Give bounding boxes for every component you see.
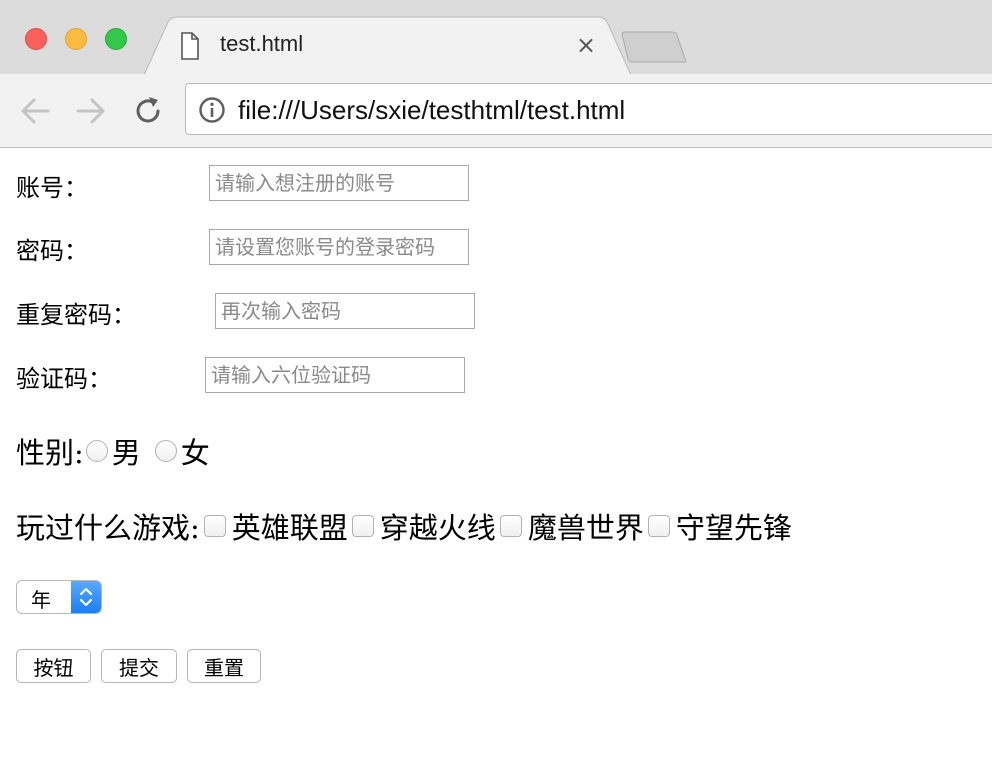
- chevron-up-down-icon: [79, 587, 93, 607]
- url-text[interactable]: file:///Users/sxie/testhtml/test.html: [238, 95, 625, 126]
- tab-bar: test.html ×: [0, 0, 992, 76]
- account-row: 账号：: [16, 167, 88, 203]
- captcha-input[interactable]: [205, 357, 465, 393]
- password-input[interactable]: [209, 229, 469, 265]
- reset-button[interactable]: 重置: [187, 649, 261, 683]
- games-label: 玩过什么游戏:: [16, 511, 200, 545]
- gender-radio-male[interactable]: [85, 440, 108, 462]
- password-row: 密码：: [16, 230, 88, 266]
- reload-icon[interactable]: [131, 94, 165, 128]
- new-tab-button[interactable]: [620, 30, 690, 66]
- password-label: 密码：: [16, 236, 88, 265]
- game-checkbox-wow[interactable]: [499, 515, 522, 537]
- arrow-right-icon[interactable]: [74, 94, 108, 128]
- year-select[interactable]: 年: [16, 580, 102, 614]
- games-row: 玩过什么游戏: 英雄联盟 穿越火线 魔兽世界 守望先锋: [16, 504, 792, 548]
- year-select-value: 年: [31, 588, 51, 612]
- address-bar[interactable]: file:///Users/sxie/testhtml/test.html: [185, 83, 992, 135]
- active-tab[interactable]: [0, 0, 992, 76]
- info-icon[interactable]: [198, 96, 226, 124]
- game-checkbox-cf[interactable]: [351, 515, 374, 537]
- account-input[interactable]: [209, 165, 469, 201]
- tab-title: test.html: [220, 31, 304, 56]
- gender-option-female: 女: [180, 436, 210, 470]
- gender-label: 性别:: [16, 436, 84, 470]
- gender-row: 性别: 男 女: [16, 429, 210, 473]
- repeat-password-input[interactable]: [215, 293, 475, 329]
- select-arrows[interactable]: [71, 581, 101, 613]
- game-checkbox-ow[interactable]: [647, 515, 670, 537]
- game-option-ow: 守望先锋: [675, 511, 792, 545]
- account-label: 账号：: [16, 173, 88, 202]
- submit-button[interactable]: 提交: [101, 649, 177, 683]
- repeat-password-row: 重复密码：: [16, 294, 136, 330]
- arrow-left-icon[interactable]: [18, 94, 52, 128]
- plain-button[interactable]: 按钮: [16, 649, 91, 683]
- browser-toolbar: file:///Users/sxie/testhtml/test.html: [0, 74, 992, 148]
- game-option-wow: 魔兽世界: [527, 511, 644, 545]
- captcha-label: 验证码：: [16, 364, 112, 393]
- game-option-cf: 穿越火线: [379, 511, 496, 545]
- game-option-lol: 英雄联盟: [231, 511, 348, 545]
- captcha-row: 验证码：: [16, 358, 112, 394]
- document-icon: [181, 32, 199, 60]
- tab-close-icon[interactable]: ×: [576, 32, 596, 58]
- game-checkbox-lol[interactable]: [203, 515, 226, 537]
- page-content: 账号： 密码： 重复密码： 验证码： 性别: 男 女 玩过什么游戏: 英雄联盟 …: [0, 149, 992, 782]
- gender-option-male: 男: [111, 436, 141, 470]
- gender-radio-female[interactable]: [154, 440, 177, 462]
- repeat-password-label: 重复密码：: [16, 300, 136, 329]
